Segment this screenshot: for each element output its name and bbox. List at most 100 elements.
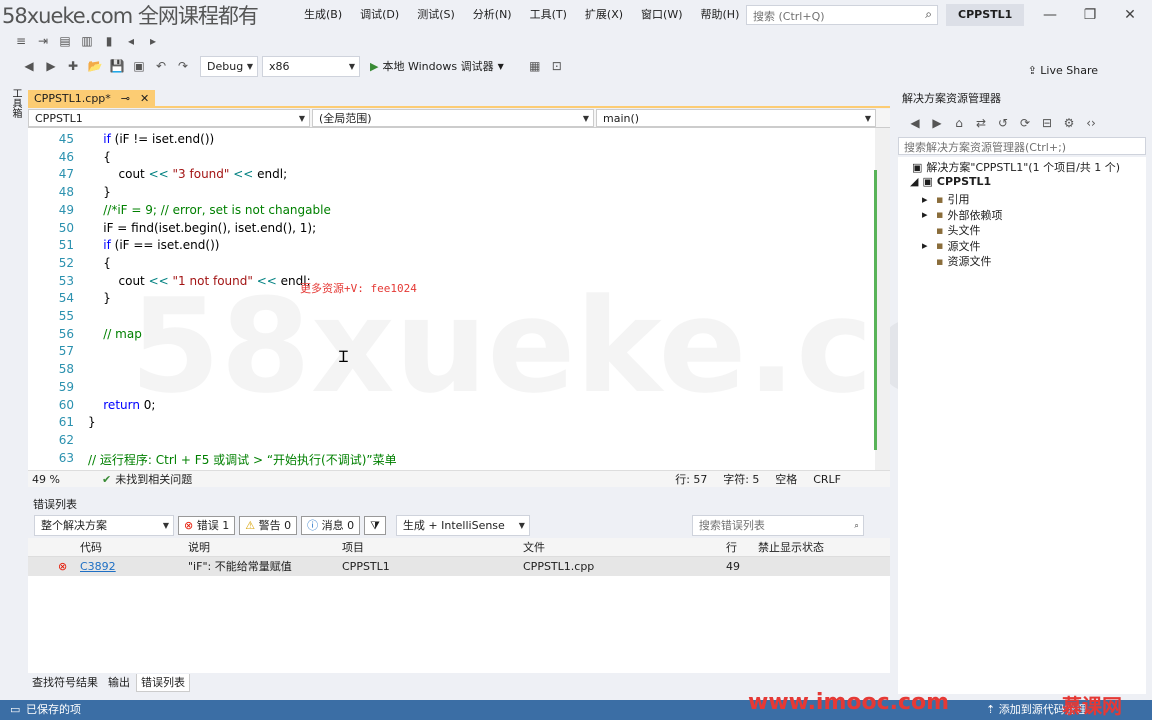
saved-icon: ▭ [10, 703, 21, 716]
project-node[interactable]: ◢ ▣ CPPSTL1 [910, 175, 991, 188]
warnings-filter-button[interactable]: ⚠ 警告 0 [239, 516, 298, 535]
close-button[interactable]: ✕ [1110, 0, 1150, 30]
code-line[interactable]: cout << "3 found" << endl; [88, 167, 288, 181]
collapse-icon[interactable]: ⊟ [1036, 112, 1058, 134]
properties-icon[interactable]: ⚙ [1058, 112, 1080, 134]
code-line[interactable]: iF = find(iset.begin(), iset.end(), 1); [88, 221, 316, 235]
back-icon[interactable]: ◀ [18, 55, 40, 77]
undo-icon[interactable]: ↶ [150, 55, 172, 77]
folder-icon[interactable]: ▦ [524, 55, 546, 77]
folder-icon: ▪ [936, 239, 944, 253]
line-number: 47 [58, 167, 74, 182]
prev-bookmark-icon[interactable]: ◂ [120, 30, 142, 52]
code-line[interactable]: } [88, 415, 96, 429]
line-number: 52 [58, 255, 74, 270]
pin-icon[interactable]: ⊸ [121, 90, 130, 108]
bookmark-icon[interactable]: ▮ [98, 30, 120, 52]
errors-filter-button[interactable]: ⊗ 错误 1 [178, 516, 236, 535]
start-debug-button[interactable]: ▶ 本地 Windows 调试器 ▼ [370, 58, 504, 74]
solution-search-input[interactable]: 搜索解决方案资源管理器(Ctrl+;) [898, 137, 1146, 155]
col-code[interactable]: 代码 [80, 538, 102, 557]
menu-item-0[interactable]: 生成(B) [295, 0, 351, 30]
col-line[interactable]: 行 [726, 538, 737, 557]
menu-item-6[interactable]: 窗口(W) [632, 0, 691, 30]
close-tab-icon[interactable]: ✕ [140, 90, 149, 108]
menu-item-4[interactable]: 工具(T) [521, 0, 576, 30]
menu-item-3[interactable]: 分析(N) [464, 0, 521, 30]
error-search-input[interactable]: 搜索错误列表 ⌕ [691, 515, 864, 536]
redo-icon[interactable]: ↷ [172, 55, 194, 77]
solution-item[interactable]: ▪ 头文件 [922, 222, 980, 238]
forward-icon[interactable]: ▶ [40, 55, 62, 77]
save-icon[interactable]: 💾 [106, 55, 128, 77]
switch-view-icon[interactable]: ⇄ [970, 112, 992, 134]
code-line[interactable]: //*iF = 9; // error, set is not changabl… [88, 203, 331, 217]
screenshot-icon[interactable]: ⊡ [546, 55, 568, 77]
uncomment-icon[interactable]: ▥ [76, 30, 98, 52]
bottom-tab-2[interactable]: 错误列表 [136, 674, 190, 692]
nav-scope-select[interactable]: (全局范围) ▼ [312, 109, 594, 127]
menu-item-1[interactable]: 调试(D) [351, 0, 408, 30]
folder-icon: ▪ [936, 208, 944, 222]
next-bookmark-icon[interactable]: ▸ [142, 30, 164, 52]
error-description: "iF": 不能给常量赋值 [188, 560, 292, 573]
nav-function-select[interactable]: main() ▼ [596, 109, 876, 127]
forward-icon[interactable]: ▶ [926, 112, 948, 134]
sync-icon[interactable]: ⟳ [1014, 112, 1036, 134]
toolbar-row-2: ◀ ▶ ✚ 📂 💾 ▣ ↶ ↷ Debug ▼ x86 ▼ ▶ 本地 Windows … [0, 52, 1152, 80]
config-select[interactable]: Debug ▼ [200, 55, 258, 77]
global-search-input[interactable]: 搜索 (Ctrl+Q) ⌕ [746, 5, 938, 25]
menu-item-5[interactable]: 扩展(X) [576, 0, 632, 30]
code-line[interactable]: // 运行程序: Ctrl + F5 或调试 > “开始执行(不调试)”菜单 [88, 451, 397, 468]
error-list-header: 代码 说明 项目 文件 行 禁止显示状态 [28, 538, 890, 557]
minimize-button[interactable]: — [1030, 0, 1070, 30]
imooc-watermark: www.imooc.com [748, 690, 950, 715]
code-view-icon[interactable]: ‹› [1080, 112, 1102, 134]
save-all-icon[interactable]: ▣ [128, 55, 150, 77]
top-watermark: 58xueke.com 全网课程都有 [2, 4, 259, 28]
home-icon[interactable]: ⌂ [948, 112, 970, 134]
code-line[interactable]: } [88, 291, 111, 305]
filter-icon[interactable]: ⧩ [364, 516, 386, 535]
menu-item-2[interactable]: 测试(S) [408, 0, 464, 30]
indent-icon[interactable]: ⇥ [32, 30, 54, 52]
code-line[interactable]: if (iF != iset.end()) [88, 132, 214, 146]
project-icon: ▣ [922, 175, 933, 188]
code-line[interactable]: if (iF == iset.end()) [88, 238, 219, 252]
error-icon: ⊗ [184, 519, 194, 532]
solution-tree: ▣ 解决方案"CPPSTL1"(1 个项目/共 1 个) ◢ ▣ CPPSTL1 ▸ ▪… [898, 157, 1146, 694]
messages-filter-button[interactable]: ⓘ 消息 0 [301, 516, 361, 535]
solution-node[interactable]: ▣ 解决方案"CPPSTL1"(1 个项目/共 1 个) [912, 159, 1120, 175]
tab-cppstl1[interactable]: CPPSTL1.cpp* ⊸ ✕ [28, 90, 156, 108]
comment-icon[interactable]: ▤ [54, 30, 76, 52]
bottom-tab-0[interactable]: 查找符号结果 [28, 674, 102, 692]
error-code-link[interactable]: C3892 [80, 557, 116, 576]
solution-item[interactable]: ▸ ▪ 引用 [922, 191, 969, 207]
code-line[interactable]: { [88, 150, 111, 164]
menu-item-7[interactable]: 帮助(H) [692, 0, 749, 30]
toolbox-strip[interactable]: 工具箱 [0, 88, 26, 698]
solution-item[interactable]: ▸ ▪ 源文件 [922, 238, 980, 254]
history-icon[interactable]: ↺ [992, 112, 1014, 134]
solution-item[interactable]: ▸ ▪ 外部依赖项 [922, 207, 1002, 223]
outline-icon[interactable]: ≡ [10, 30, 32, 52]
solution-item[interactable]: ▪ 资源文件 [922, 253, 991, 269]
new-project-icon[interactable]: ✚ [62, 55, 84, 77]
col-file[interactable]: 文件 [523, 538, 545, 557]
zoom-level[interactable]: 49 % [28, 473, 88, 486]
col-project[interactable]: 项目 [342, 538, 364, 557]
nav-project-select[interactable]: CPPSTL1 ▼ [28, 109, 310, 127]
code-line[interactable]: } [88, 185, 111, 199]
editor-scrollbar[interactable] [875, 128, 890, 470]
build-filter-select[interactable]: 生成 + IntelliSense ▼ [395, 515, 530, 536]
code-line[interactable]: { [88, 256, 111, 270]
col-suppress[interactable]: 禁止显示状态 [758, 538, 824, 557]
platform-select[interactable]: x86 ▼ [262, 55, 360, 77]
open-icon[interactable]: 📂 [84, 55, 106, 77]
maximize-button[interactable]: ❐ [1070, 0, 1110, 30]
table-row[interactable]: ⊗ C3892 "iF": 不能给常量赋值 CPPSTL1 CPPSTL1.cp… [28, 557, 890, 576]
error-scope-select[interactable]: 整个解决方案 ▼ [34, 515, 174, 536]
back-icon[interactable]: ◀ [904, 112, 926, 134]
bottom-tab-1[interactable]: 输出 [104, 674, 134, 692]
col-desc[interactable]: 说明 [188, 538, 210, 557]
